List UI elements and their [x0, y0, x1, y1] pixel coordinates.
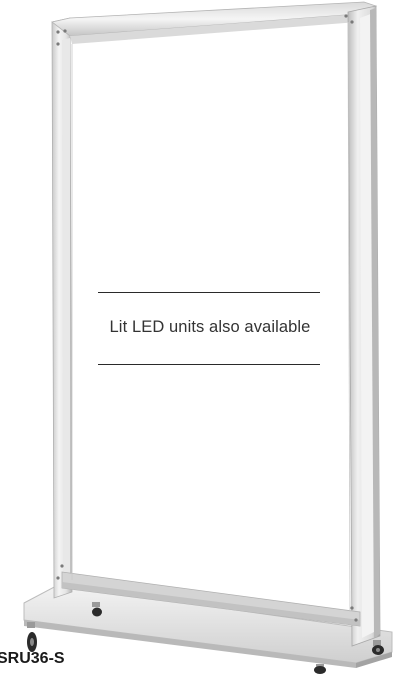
left-post	[51, 17, 73, 599]
top-rail	[51, 1, 378, 44]
caption-rule-bottom	[98, 364, 320, 365]
inner-frame-lines	[71, 21, 351, 613]
led-availability-caption: Lit LED units also available	[109, 318, 311, 336]
caption-rule-top	[98, 292, 320, 293]
caster-front-right	[314, 664, 326, 674]
display-stand-image	[23, 1, 393, 674]
model-code-label: SRU36-S	[0, 650, 65, 667]
